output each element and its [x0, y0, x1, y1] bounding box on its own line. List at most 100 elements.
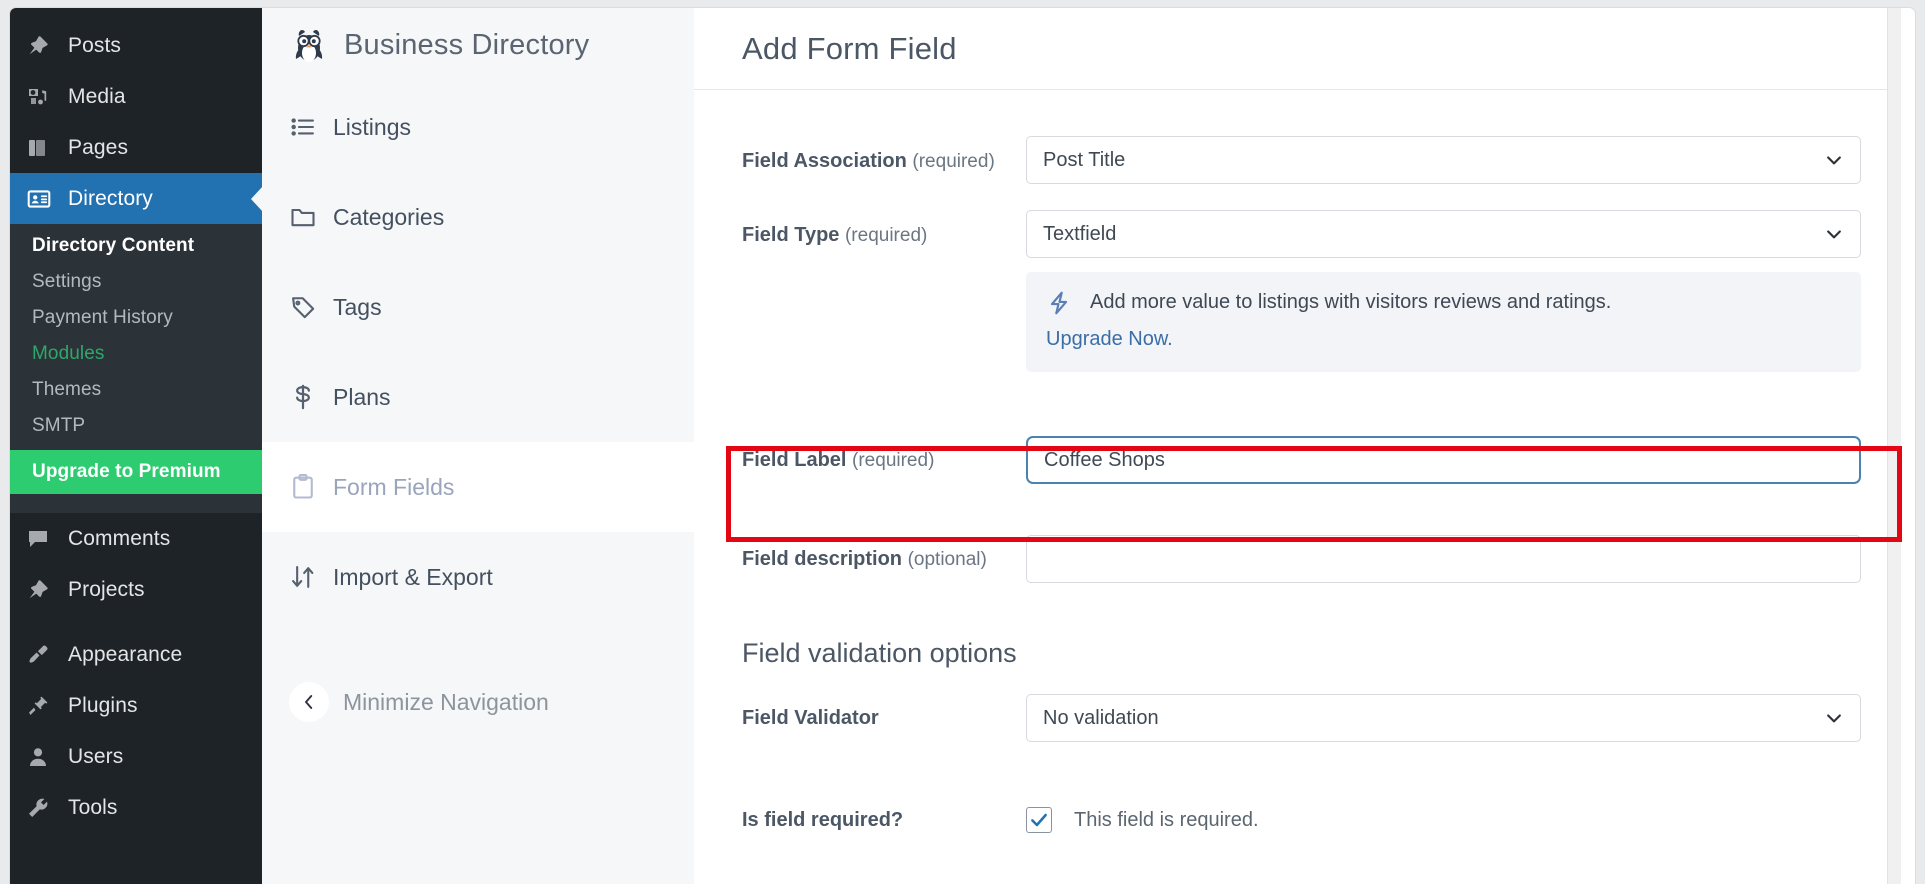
field-type-control: Textfield Add more value to listings wit… — [1026, 210, 1901, 372]
field-type-select[interactable]: Textfield — [1026, 210, 1861, 258]
sidebar-item-label: Directory — [68, 186, 153, 210]
penguin-logo-icon — [286, 22, 332, 68]
upgrade-now-link[interactable]: Upgrade Now. — [1046, 328, 1173, 350]
pin-icon — [26, 32, 60, 60]
submenu-item-themes[interactable]: Themes — [10, 372, 262, 408]
form-row-field-association: Field Association (required) Post Title — [694, 136, 1901, 210]
paintbrush-icon — [26, 641, 60, 669]
page-title: Add Form Field — [742, 30, 957, 66]
upgrade-notice-text: Add more value to listings with visitors… — [1090, 291, 1612, 313]
field-association-value: Post Title — [1043, 148, 1126, 171]
admin-window: Posts Media Pages Directory Directory Co… — [10, 8, 1915, 884]
field-association-qualifier: (required) — [912, 151, 995, 172]
submenu-item-settings[interactable]: Settings — [10, 264, 262, 300]
sidebar-item-tools[interactable]: Tools — [10, 782, 262, 833]
directory-card-icon — [26, 185, 60, 213]
field-label-input[interactable]: Coffee Shops — [1026, 436, 1861, 484]
sidebar-item-directory[interactable]: Directory — [10, 173, 262, 224]
chevron-down-icon — [1824, 708, 1844, 728]
submenu-item-directory-content[interactable]: Directory Content — [10, 228, 262, 264]
form-row-field-type: Field Type (required) Textfield Add more… — [694, 210, 1901, 372]
sidebar-item-users[interactable]: Users — [10, 731, 262, 782]
wordpress-admin-sidebar: Posts Media Pages Directory Directory Co… — [10, 8, 262, 884]
sidebar-item-plugins[interactable]: Plugins — [10, 680, 262, 731]
plugin-navigation-panel: Business Directory Listings Categories T… — [262, 8, 694, 884]
submenu-spacer — [10, 494, 262, 507]
chevron-left-icon — [289, 682, 329, 722]
field-description-control — [1026, 535, 1901, 583]
field-type-label: Field Type (required) — [742, 210, 1026, 247]
nav-item-label: Listings — [333, 113, 411, 140]
plugin-brand: Business Directory — [262, 8, 694, 82]
nav-item-import-export[interactable]: Import & Export — [262, 532, 694, 622]
sidebar-spacer — [10, 615, 262, 629]
field-label-qualifier: (required) — [852, 449, 935, 471]
sidebar-item-label: Media — [68, 84, 126, 108]
form-row-field-description: Field description (optional) — [694, 522, 1901, 596]
nav-item-listings[interactable]: Listings — [262, 82, 694, 172]
nav-item-label: Tags — [333, 293, 382, 320]
pages-icon — [26, 134, 60, 162]
is-field-required-checkbox-label: This field is required. — [1074, 808, 1259, 831]
is-field-required-label: Is field required? — [742, 809, 1026, 832]
nav-item-label: Import & Export — [333, 563, 493, 590]
form-row-field-validator: Field Validator No validation — [694, 681, 1901, 755]
is-field-required-control: This field is required. — [1026, 807, 1901, 833]
field-validator-label: Field Validator — [742, 707, 1026, 730]
submenu-item-modules[interactable]: Modules — [10, 336, 262, 372]
nav-item-plans[interactable]: Plans — [262, 352, 694, 442]
screenshot-root: Posts Media Pages Directory Directory Co… — [0, 0, 1925, 884]
sidebar-item-comments[interactable]: Comments — [10, 513, 262, 564]
field-label-label: Field Label (required) — [742, 449, 1026, 472]
chevron-down-icon — [1824, 224, 1844, 244]
plug-icon — [26, 692, 60, 720]
sidebar-item-label: Plugins — [68, 693, 138, 717]
field-validation-section-title: Field validation options — [742, 638, 1017, 668]
media-icon — [26, 83, 60, 111]
sidebar-item-appearance[interactable]: Appearance — [10, 629, 262, 680]
sidebar-item-pages[interactable]: Pages — [10, 122, 262, 173]
nav-item-label: Categories — [333, 203, 445, 230]
field-label-control: Coffee Shops — [1026, 436, 1901, 484]
field-validator-select[interactable]: No validation — [1026, 694, 1861, 742]
field-association-label: Field Association (required) — [742, 136, 1026, 173]
bolt-icon — [1046, 290, 1072, 325]
page-header: Add Form Field — [694, 8, 1901, 90]
submenu-item-smtp[interactable]: SMTP — [10, 408, 262, 444]
submenu-label: Upgrade to Premium — [32, 461, 221, 482]
wrench-icon — [26, 794, 60, 822]
vertical-scrollbar[interactable] — [1887, 8, 1901, 884]
submenu-label: SMTP — [32, 415, 86, 436]
sidebar-item-label: Comments — [68, 526, 171, 550]
sidebar-item-media[interactable]: Media — [10, 71, 262, 122]
sidebar-item-posts[interactable]: Posts — [10, 20, 262, 71]
submenu-item-upgrade-to-premium[interactable]: Upgrade to Premium — [10, 450, 262, 494]
form-row-is-field-required: Is field required? This field is require… — [694, 783, 1901, 857]
minimize-navigation-button[interactable]: Minimize Navigation — [262, 662, 694, 742]
submenu-label: Directory Content — [32, 235, 195, 256]
nav-item-label: Form Fields — [333, 473, 455, 500]
submenu-label: Modules — [32, 343, 105, 364]
main-content: Add Form Field Field Association (requir… — [694, 8, 1901, 884]
submenu-item-payment-history[interactable]: Payment History — [10, 300, 262, 336]
sidebar-item-label: Tools — [68, 795, 118, 819]
chevron-down-icon — [1824, 150, 1844, 170]
field-label-label-text: Field Label — [742, 448, 847, 471]
sidebar-item-label: Posts — [68, 33, 122, 57]
field-association-label-text: Field Association — [742, 150, 907, 172]
nav-item-tags[interactable]: Tags — [262, 262, 694, 352]
minimize-navigation-label: Minimize Navigation — [343, 688, 549, 715]
form-row-field-label: Field Label (required) Coffee Shops — [694, 412, 1901, 508]
field-type-qualifier: (required) — [844, 225, 928, 246]
field-type-label-text: Field Type — [742, 224, 840, 246]
import-export-icon — [289, 560, 333, 594]
field-description-input[interactable] — [1026, 535, 1861, 583]
sidebar-item-projects[interactable]: Projects — [10, 564, 262, 615]
nav-item-categories[interactable]: Categories — [262, 172, 694, 262]
field-association-select[interactable]: Post Title — [1026, 136, 1861, 184]
tag-icon — [289, 290, 333, 324]
nav-item-form-fields[interactable]: Form Fields — [262, 442, 694, 532]
is-field-required-checkbox[interactable] — [1026, 807, 1052, 833]
sidebar-item-label: Pages — [68, 135, 129, 159]
sidebar-item-label: Users — [68, 744, 124, 768]
